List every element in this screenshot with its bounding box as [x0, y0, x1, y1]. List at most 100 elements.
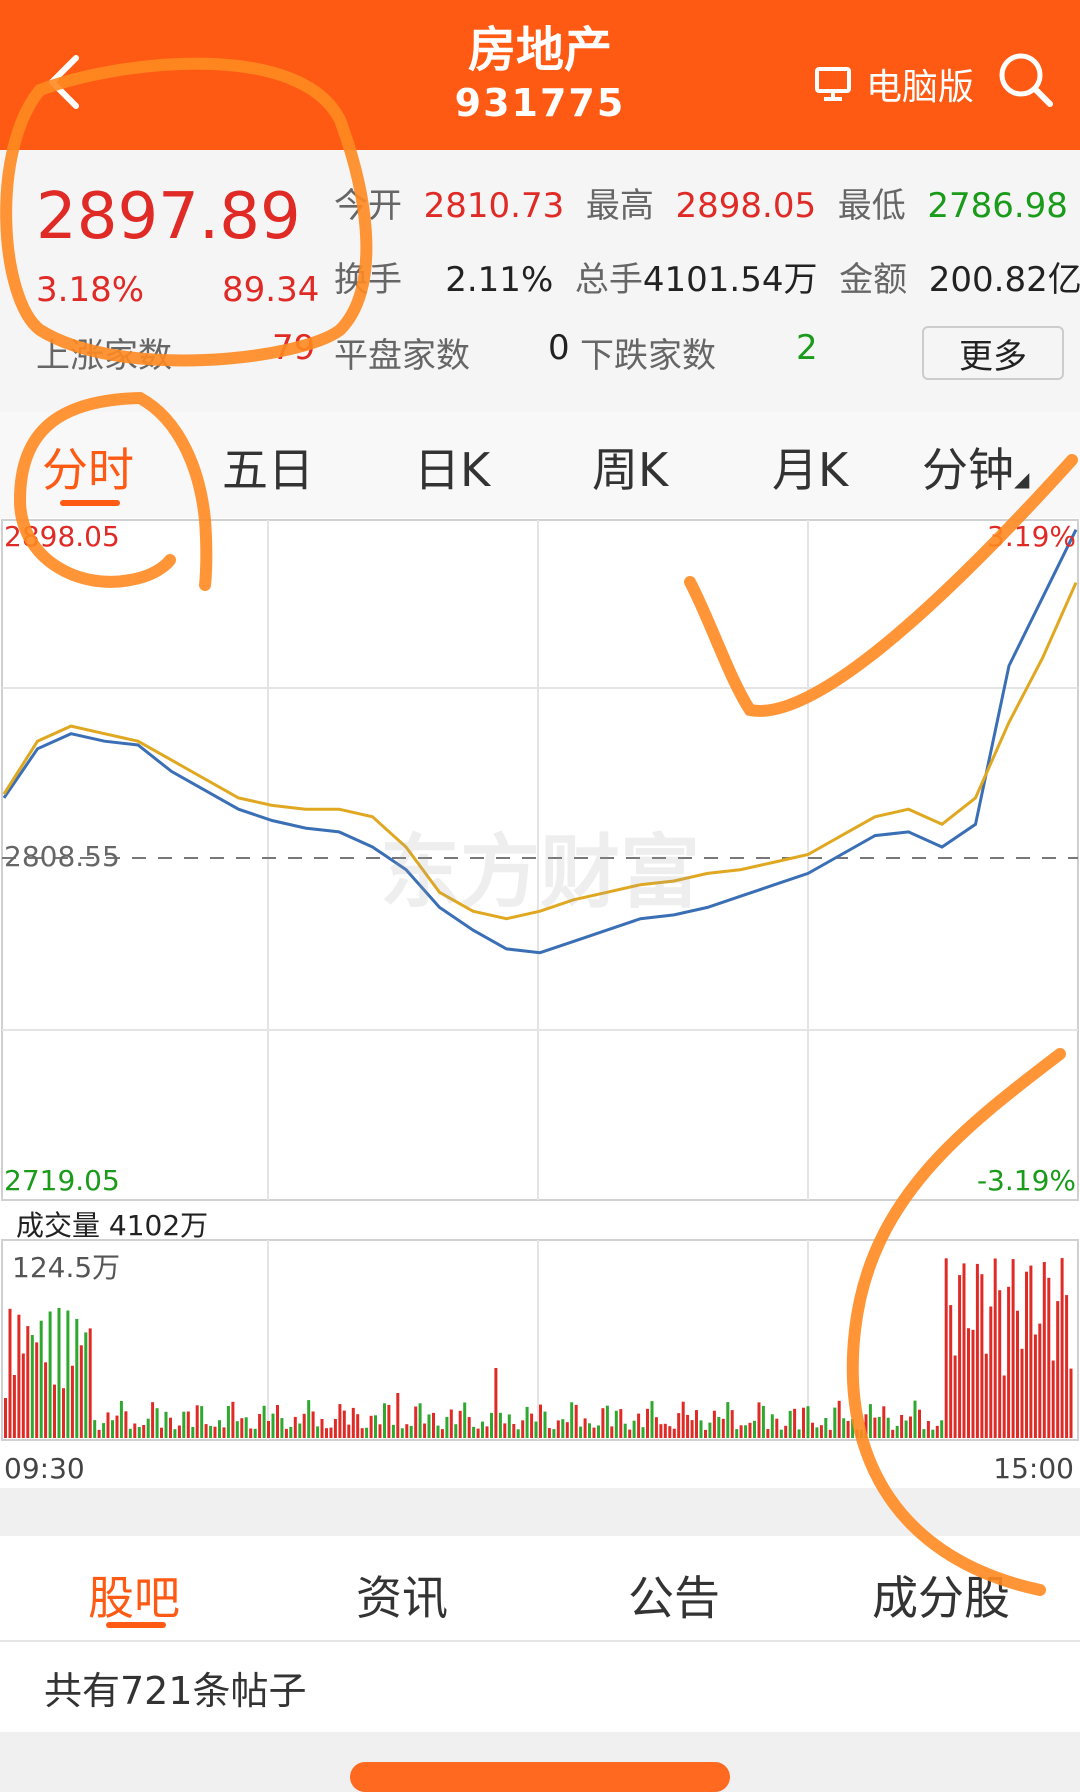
- current-price: 2897.89: [36, 180, 301, 254]
- volume-bar: [940, 1420, 944, 1438]
- high-label: 最高: [585, 186, 654, 226]
- volume-bar: [57, 1308, 61, 1438]
- y-high-label: 2898.05: [4, 520, 120, 553]
- volume-bar: [708, 1422, 712, 1438]
- volume-bar: [418, 1403, 422, 1438]
- volume-bar: [592, 1427, 596, 1438]
- volume-bar: [824, 1418, 828, 1438]
- flat-count-label: 平盘家数: [334, 336, 470, 376]
- volume-bar: [160, 1427, 163, 1438]
- volume-bar: [62, 1388, 65, 1438]
- volume-bar: [712, 1410, 716, 1438]
- volume-bar: [1051, 1360, 1055, 1438]
- volume-bar: [561, 1419, 565, 1438]
- volume-bar: [873, 1417, 877, 1438]
- volume-bar: [721, 1418, 725, 1438]
- volume-bar: [931, 1429, 935, 1438]
- volume-bar: [819, 1425, 823, 1438]
- volume-bar: [886, 1417, 890, 1438]
- volume-bar: [481, 1421, 484, 1438]
- volume-bar: [913, 1400, 917, 1438]
- volume-bar: [775, 1418, 779, 1438]
- volume-bar: [383, 1403, 386, 1438]
- more-button[interactable]: 更多: [922, 326, 1064, 380]
- volume-bar: [44, 1362, 48, 1438]
- volume-bar: [837, 1400, 841, 1438]
- volume-bar: [476, 1428, 480, 1438]
- volume-bar: [258, 1414, 262, 1438]
- y-low-pct-label: -3.19%: [976, 1164, 1076, 1197]
- volume-bar: [494, 1368, 498, 1438]
- volume-total: 4102万: [108, 1209, 209, 1242]
- flat-count-value: 0: [548, 328, 570, 368]
- volume-bar: [895, 1425, 899, 1438]
- volume-bar: [311, 1411, 315, 1438]
- volume-bar: [797, 1429, 801, 1438]
- tab-forum[interactable]: 股吧: [88, 1562, 180, 1628]
- volume-bar: [249, 1428, 253, 1438]
- tab-news[interactable]: 资讯: [356, 1562, 448, 1628]
- volume-bar: [860, 1429, 863, 1438]
- volume-bar: [753, 1420, 756, 1438]
- volume-bar: [209, 1425, 213, 1438]
- tab-intraday[interactable]: 分时: [42, 434, 134, 500]
- volume-bar: [695, 1410, 698, 1438]
- volume-bar: [316, 1426, 320, 1438]
- dropdown-triangle-icon: ◢: [1014, 467, 1030, 491]
- volume-title-label: 成交量: [16, 1209, 101, 1242]
- tab-monthly-k[interactable]: 月K: [772, 434, 848, 500]
- volume-bar: [726, 1402, 730, 1438]
- watermark: 东方财富: [380, 826, 700, 919]
- volume-bar: [962, 1263, 966, 1438]
- search-button[interactable]: [996, 50, 1056, 110]
- volume-bar: [142, 1425, 146, 1438]
- volume-bar: [405, 1424, 409, 1438]
- monitor-icon: [815, 67, 851, 101]
- tab-daily-k[interactable]: 日K: [414, 434, 490, 500]
- volume-bar: [806, 1406, 810, 1438]
- volume-bar: [971, 1329, 975, 1438]
- active-bottom-tab-underline: [106, 1622, 166, 1628]
- volume-bar: [877, 1416, 881, 1438]
- volume-bar: [262, 1405, 266, 1438]
- volume-bar: [467, 1417, 471, 1438]
- volume-bar: [864, 1414, 868, 1438]
- volume-bar: [828, 1429, 832, 1438]
- volume-bar: [35, 1342, 39, 1438]
- tab-five-day[interactable]: 五日: [222, 434, 314, 500]
- volume-bar: [891, 1429, 895, 1438]
- volume-bar: [271, 1413, 275, 1438]
- volume-bar: [788, 1410, 792, 1438]
- volume-bar: [516, 1429, 520, 1438]
- volume-bar: [93, 1420, 97, 1438]
- amount-label: 金额: [839, 260, 908, 300]
- volume-bar: [984, 1353, 988, 1438]
- volume-bar: [298, 1423, 302, 1438]
- volume-bar: [904, 1420, 908, 1438]
- volume-bar: [922, 1429, 926, 1438]
- volume-bar: [396, 1393, 400, 1438]
- volume-bar: [463, 1402, 467, 1438]
- tab-minute[interactable]: 分钟◢: [922, 434, 1029, 500]
- volume-bar: [926, 1421, 930, 1438]
- low-label: 最低: [837, 186, 906, 226]
- volume-bar: [374, 1415, 377, 1438]
- x-start-label: 09:30: [4, 1452, 85, 1485]
- tab-announcements[interactable]: 公告: [628, 1562, 720, 1628]
- volume-bar: [177, 1425, 181, 1438]
- post-button[interactable]: [350, 1762, 730, 1792]
- volume-bar: [204, 1424, 208, 1438]
- posts-count: 共有721条帖子: [44, 1669, 307, 1713]
- tab-weekly-k[interactable]: 周K: [592, 434, 668, 500]
- volume-bar: [1029, 1265, 1033, 1438]
- volume-bar: [588, 1423, 591, 1438]
- quote-row-3: 上涨家数 79 平盘家数 0 下跌家数 2: [36, 328, 818, 377]
- pc-version-button[interactable]: 电脑版: [814, 58, 974, 110]
- volume-bar: [681, 1401, 685, 1438]
- volume-bar: [744, 1425, 748, 1438]
- turnover-value: 2.11%: [445, 260, 554, 300]
- volume-bar: [663, 1423, 667, 1438]
- tab-constituents[interactable]: 成分股: [872, 1562, 1010, 1628]
- volume-bar: [1047, 1277, 1051, 1438]
- posts-count-row[interactable]: 共有721条帖子: [0, 1642, 1080, 1732]
